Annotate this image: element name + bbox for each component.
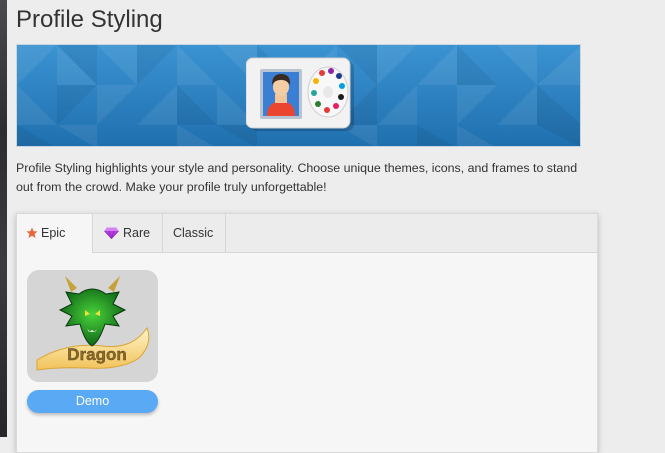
tab-rare-label: Rare	[123, 226, 151, 240]
tab-classic-label: Classic	[173, 226, 214, 240]
star-icon	[26, 227, 38, 238]
dragon-item-card[interactable]: Dragon	[27, 270, 158, 382]
dragon-emblem-image: Dragon	[36, 276, 150, 371]
window-edge-strip	[0, 0, 7, 437]
tab-bar: Epic Rare Classic	[17, 214, 597, 253]
profile-styling-banner	[16, 44, 581, 147]
dragon-image-text: Dragon	[67, 345, 127, 364]
profile-palette-icon	[246, 57, 354, 131]
tab-rare[interactable]: Rare	[93, 214, 163, 252]
diamond-icon	[104, 227, 119, 239]
page-title: Profile Styling	[16, 6, 163, 33]
tab-classic[interactable]: Classic	[163, 214, 226, 252]
demo-button[interactable]: Demo	[27, 390, 158, 413]
description-text: Profile Styling highlights your style an…	[16, 161, 578, 194]
tab-epic[interactable]: Epic	[17, 214, 93, 253]
tab-epic-label: Epic	[41, 226, 66, 240]
styling-panel: Epic Rare Classic Dragon Demo	[16, 213, 598, 453]
